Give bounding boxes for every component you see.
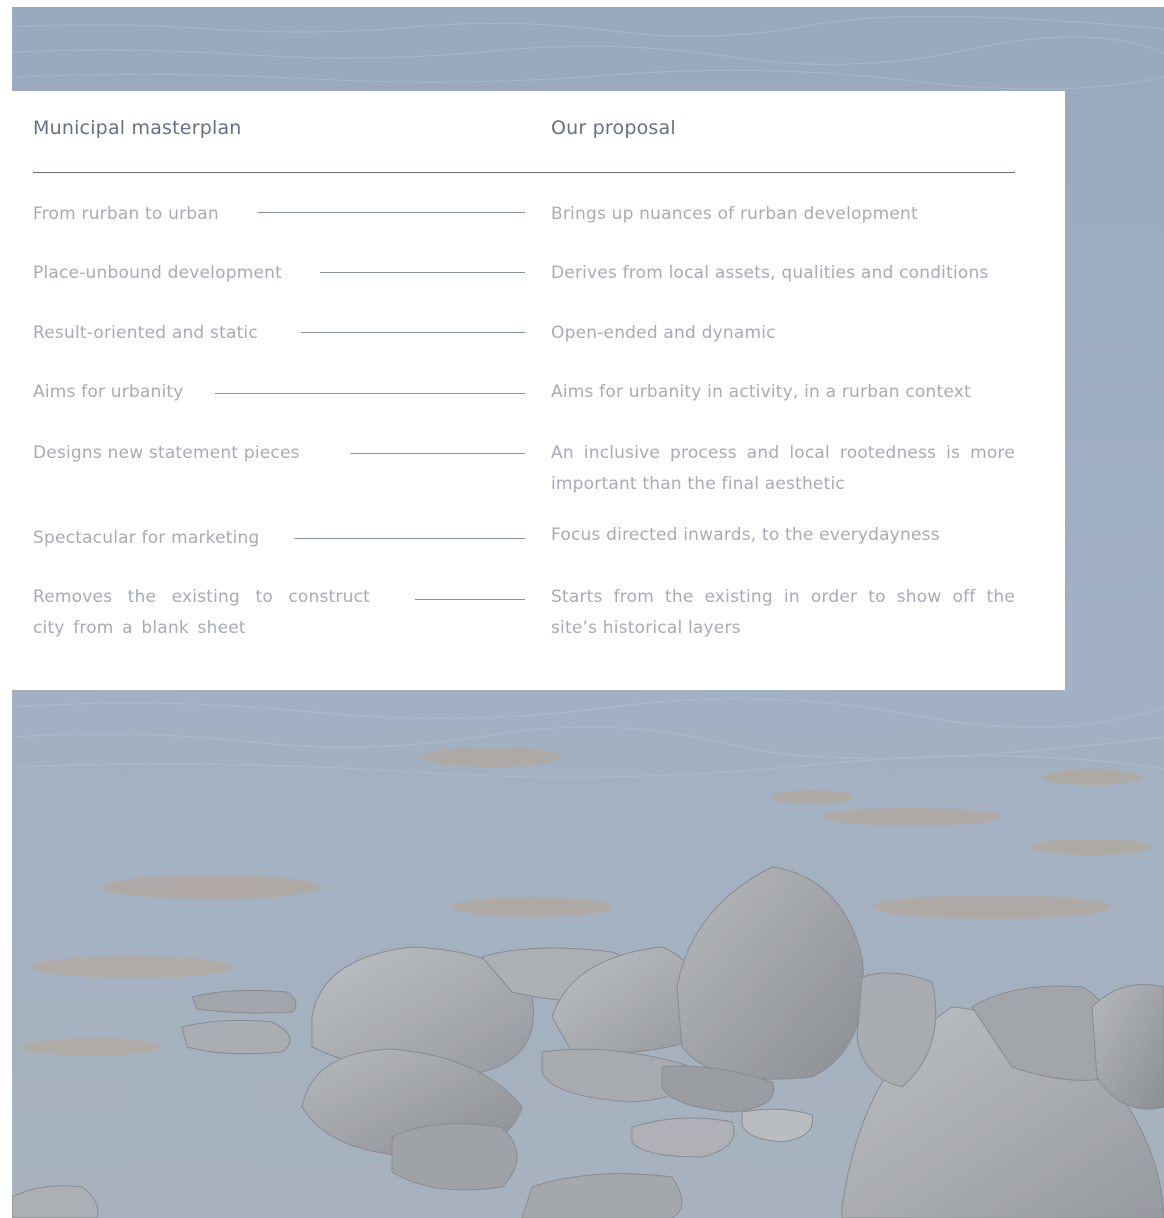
masterplan-cell: Spectacular for marketing xyxy=(33,528,260,548)
row-connector-line xyxy=(351,453,525,454)
masterplan-cell: Designs new statement pieces xyxy=(33,443,300,463)
header-our-proposal: Our proposal xyxy=(551,117,676,139)
row-connector-line xyxy=(215,393,525,394)
row-connector-line xyxy=(294,538,525,539)
row-connector-line xyxy=(258,212,525,213)
masterplan-cell: Removes the existing to construct city f… xyxy=(33,587,370,638)
proposal-cell: Brings up nuances of rurban development xyxy=(551,204,918,224)
proposal-cell: Aims for urbanity in activity, in a rurb… xyxy=(551,382,971,402)
row-connector-line xyxy=(320,272,525,273)
table-header: Municipal masterplan Our proposal xyxy=(21,117,1021,147)
proposal-cell: Focus directed inwards, to the everydayn… xyxy=(551,525,940,545)
proposal-cell: Starts from the existing in order to sho… xyxy=(551,587,1015,638)
proposal-cell: Open-ended and dynamic xyxy=(551,323,776,343)
masterplan-cell: From rurban to urban xyxy=(33,204,219,224)
proposal-cell: An inclusive process and local rootednes… xyxy=(551,443,1015,494)
header-divider xyxy=(33,172,1015,173)
masterplan-cell: Aims for urbanity xyxy=(33,382,184,402)
row-connector-line xyxy=(301,332,525,333)
masterplan-cell: Result-oriented and static xyxy=(33,323,258,343)
header-municipal-masterplan: Municipal masterplan xyxy=(33,117,242,139)
row-connector-line xyxy=(415,599,525,600)
proposal-cell: Derives from local assets, qualities and… xyxy=(551,263,989,283)
masterplan-cell: Place-unbound development xyxy=(33,263,282,283)
